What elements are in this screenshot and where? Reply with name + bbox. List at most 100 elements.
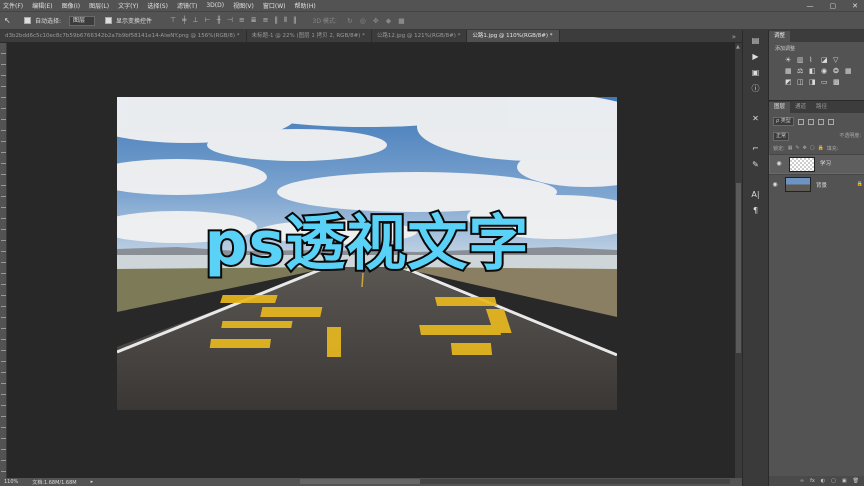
tool-handle[interactable] (0, 317, 6, 318)
invert-icon[interactable]: ◩ (785, 79, 792, 86)
close-button[interactable]: ✕ (852, 2, 858, 10)
tool-handle[interactable] (0, 471, 6, 472)
tool-handle[interactable] (0, 218, 6, 219)
link-layers-icon[interactable]: ∞ (800, 478, 804, 484)
properties-icon[interactable]: ▣ (750, 68, 762, 78)
road-photo[interactable]: ps透视文字 (117, 97, 617, 410)
color-balance-icon[interactable]: ⚖ (797, 68, 804, 75)
play-action-icon[interactable]: ▶ (750, 52, 762, 62)
tool-handle[interactable] (0, 130, 6, 131)
zoom-level[interactable]: 110% (4, 479, 18, 485)
tool-handle[interactable] (0, 372, 6, 373)
tool-handle[interactable] (0, 152, 6, 153)
move-tool-icon[interactable]: ↖ (4, 16, 14, 26)
tool-handle[interactable] (0, 86, 6, 87)
menu-select[interactable]: 选择(S) (147, 1, 168, 10)
vertical-scroll-thumb[interactable] (736, 183, 741, 353)
posterize-icon[interactable]: ◫ (797, 79, 804, 86)
horizontal-scroll-thumb[interactable] (300, 479, 420, 484)
tool-handle[interactable] (0, 196, 6, 197)
tool-handle[interactable] (0, 405, 6, 406)
vibrance-icon[interactable]: ▽ (833, 57, 840, 64)
3d-scale-icon[interactable]: ■ (398, 17, 405, 25)
tool-handle[interactable] (0, 416, 6, 417)
hue-saturation-icon[interactable]: ▦ (785, 68, 792, 75)
tool-handle[interactable] (0, 284, 6, 285)
channel-mixer-icon[interactable]: ❂ (833, 68, 840, 75)
delete-layer-icon[interactable]: 🗑 (853, 478, 859, 484)
menu-help[interactable]: 帮助(H) (295, 1, 316, 10)
tool-handle[interactable] (0, 262, 6, 263)
tab-document-1[interactable]: d3b2bdd6c5c10ec8c7b59b6766342b2a7b9bf581… (0, 30, 247, 42)
lock-paint-icon[interactable]: ✎ (795, 145, 799, 152)
menu-layer[interactable]: 图层(L) (89, 1, 109, 10)
tool-handle[interactable] (0, 339, 6, 340)
tab-layers[interactable]: 图层 (769, 102, 791, 113)
menu-type[interactable]: 文字(Y) (118, 1, 138, 10)
tool-handle[interactable] (0, 460, 6, 461)
visibility-eye-icon[interactable]: ◉ (769, 181, 781, 188)
align-vcenter-icon[interactable]: ╪ (182, 16, 186, 25)
3d-pan-icon[interactable]: ✥ (373, 17, 379, 25)
tool-handle[interactable] (0, 229, 6, 230)
levels-icon[interactable]: ▥ (797, 57, 804, 64)
filter-shape-icon[interactable] (827, 118, 834, 125)
vertical-scrollbar[interactable]: ▲ (735, 43, 742, 478)
menu-image[interactable]: 图像(I) (62, 1, 80, 10)
align-hcenter-icon[interactable]: ╫ (217, 16, 221, 25)
character-icon[interactable]: ¶ (750, 206, 762, 216)
blend-mode-dropdown[interactable]: 正常 (773, 132, 790, 141)
auto-select-checkbox[interactable] (24, 17, 31, 24)
lock-position-icon[interactable]: ✥ (803, 145, 807, 152)
menu-window[interactable]: 窗口(W) (263, 1, 286, 10)
tool-handle[interactable] (0, 240, 6, 241)
distribute-vcenter-icon[interactable]: ≣ (251, 16, 257, 25)
tool-handle[interactable] (0, 108, 6, 109)
tool-handle[interactable] (0, 427, 6, 428)
3d-slide-icon[interactable]: ◆ (386, 17, 391, 25)
align-top-icon[interactable]: ⊤ (170, 16, 176, 25)
photo-filter-icon[interactable]: ◉ (821, 68, 828, 75)
tool-handle[interactable] (0, 64, 6, 65)
scroll-up-icon[interactable]: ▲ (736, 44, 740, 50)
tool-handle[interactable] (0, 438, 6, 439)
layer-row[interactable]: ◉ 背景 🔒 (769, 174, 864, 194)
brightness-icon[interactable]: ☀ (785, 57, 792, 64)
tab-document-3[interactable]: 公路12.jpg @ 121%(RGB/8#) * (372, 30, 468, 42)
3d-rotate-icon[interactable]: ↻ (347, 17, 353, 25)
tab-document-4[interactable]: 公路1.jpg @ 110%(RGB/8#) * (467, 30, 560, 42)
tool-handle[interactable] (0, 141, 6, 142)
adjustment-layer-icon[interactable]: ◐ (821, 478, 825, 484)
layer-name[interactable]: 背景 (816, 181, 827, 189)
tab-document-2[interactable]: 未标题-1 @ 22% (图层 1 拷贝 2, RGB/8#) * (247, 30, 372, 42)
restore-button[interactable]: ▢ (830, 2, 837, 10)
brush-icon[interactable]: ⌐ (750, 144, 762, 154)
show-transform-checkbox[interactable] (105, 17, 113, 24)
distribute-bottom-icon[interactable]: ≡ (263, 16, 269, 25)
filter-adjustment-icon[interactable] (807, 118, 814, 125)
distribute-hcenter-icon[interactable]: ⫴ (284, 16, 287, 25)
tool-handle[interactable] (0, 295, 6, 296)
tool-handle[interactable] (0, 185, 6, 186)
selective-color-icon[interactable]: ▩ (833, 79, 840, 86)
lock-pixels-icon[interactable]: ▦ (788, 145, 793, 152)
visibility-eye-icon[interactable]: ◉ (773, 160, 785, 168)
tool-handle[interactable] (0, 328, 6, 329)
tool-handle[interactable] (0, 306, 6, 307)
exposure-icon[interactable]: ◪ (821, 57, 828, 64)
document-canvas[interactable]: ps透视文字 ▲ (7, 43, 742, 478)
black-white-icon[interactable]: ◧ (809, 68, 816, 75)
tool-handle[interactable] (0, 75, 6, 76)
threshold-icon[interactable]: ◨ (809, 79, 816, 86)
tab-channels[interactable]: 通道 (790, 102, 811, 113)
paragraph-icon[interactable]: A| (750, 190, 762, 200)
distribute-top-icon[interactable]: ≡ (239, 16, 245, 25)
layer-name[interactable]: 学习 (820, 160, 831, 168)
tab-adjustments[interactable]: 调整 (769, 31, 791, 42)
gradient-map-icon[interactable]: ▭ (821, 79, 828, 86)
align-bottom-icon[interactable]: ⊥ (192, 16, 198, 25)
layer-mask-icon[interactable]: ▢ (831, 478, 836, 484)
tabs-overflow-icon[interactable]: » (732, 33, 736, 41)
tool-handle[interactable] (0, 361, 6, 362)
tab-paths[interactable]: 路径 (811, 102, 832, 113)
